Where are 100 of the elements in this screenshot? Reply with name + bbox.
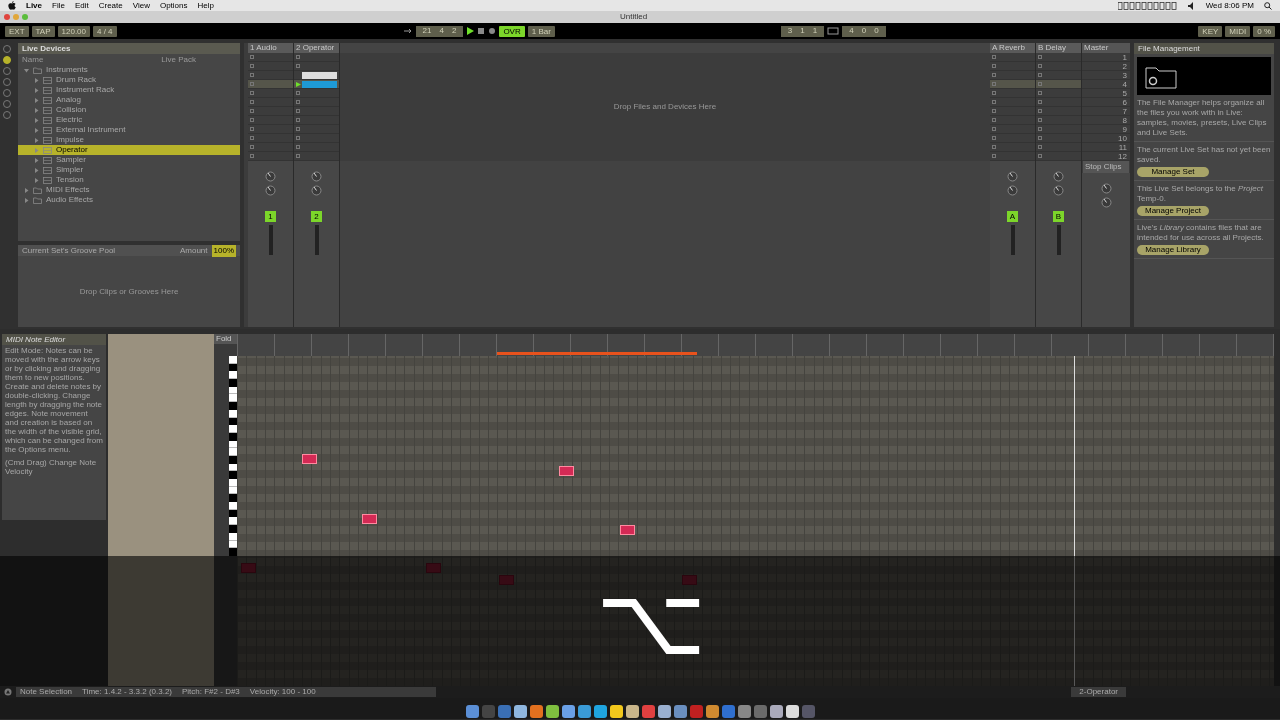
knob-icon[interactable] xyxy=(265,171,276,182)
track-selector[interactable]: 2-Operator xyxy=(1071,687,1126,697)
clip-slot-button[interactable] xyxy=(992,100,996,104)
clip-slot-button[interactable] xyxy=(250,127,254,131)
dock-icon[interactable] xyxy=(705,705,719,718)
clip-slot-button[interactable] xyxy=(992,109,996,113)
clip-slot-button[interactable] xyxy=(992,154,996,158)
manage-button[interactable]: Manage Set xyxy=(1137,167,1209,177)
clip-slot-button[interactable] xyxy=(1038,100,1042,104)
loop-icon[interactable] xyxy=(827,26,840,36)
menu-clock[interactable]: Wed 8:06 PM xyxy=(1205,0,1254,11)
clip-slot-button[interactable] xyxy=(250,154,254,158)
close-button[interactable] xyxy=(4,14,10,20)
browser-item[interactable]: Drum Rack xyxy=(18,75,240,85)
scene-launch-button[interactable]: 9 xyxy=(1122,124,1127,134)
clip-slot-button[interactable] xyxy=(296,55,300,59)
track-header[interactable]: A Reverb xyxy=(990,43,1035,53)
menu-item[interactable]: Help xyxy=(197,0,214,11)
menu-item[interactable]: Edit xyxy=(74,0,89,11)
manage-button[interactable]: Manage Library xyxy=(1137,245,1209,255)
knob-icon[interactable] xyxy=(1053,185,1064,196)
dock-icon[interactable] xyxy=(673,705,687,718)
play-icon[interactable] xyxy=(466,27,475,35)
stop-icon[interactable] xyxy=(477,27,486,35)
clip-slot-button[interactable] xyxy=(992,64,996,68)
browser-item[interactable]: Operator xyxy=(18,145,240,155)
control-button[interactable]: MIDI xyxy=(1225,25,1251,37)
clip-slot-button[interactable] xyxy=(1038,154,1042,158)
scene-launch-button[interactable]: 2 xyxy=(1122,61,1127,71)
track-activator-button[interactable]: 1 xyxy=(265,211,276,222)
clip-slot-button[interactable] xyxy=(250,109,254,113)
knob-icon[interactable] xyxy=(1053,171,1064,182)
clip-slot-button[interactable] xyxy=(1038,91,1042,95)
browser-item[interactable]: Tension xyxy=(18,175,240,185)
overdub-button[interactable]: OVR xyxy=(499,25,525,37)
knob-icon[interactable] xyxy=(311,171,322,182)
clip-slot-button[interactable] xyxy=(250,82,254,86)
clip[interactable] xyxy=(302,71,337,79)
clip-slot-button[interactable] xyxy=(1038,55,1042,59)
midi-note[interactable] xyxy=(362,514,377,524)
dock-icon[interactable] xyxy=(465,705,479,718)
midi-note[interactable] xyxy=(620,525,635,535)
scene-launch-button[interactable]: 4 xyxy=(1122,79,1127,89)
clip-slot-button[interactable] xyxy=(992,82,996,86)
dock-icon[interactable] xyxy=(609,705,623,718)
clip-slot-button[interactable] xyxy=(296,145,300,149)
scene-launch-button[interactable]: 7 xyxy=(1122,106,1127,116)
dock-icon[interactable] xyxy=(769,705,783,718)
follow-icon[interactable] xyxy=(402,27,413,35)
browser-item[interactable]: Simpler xyxy=(18,165,240,175)
control-field[interactable]: EXT xyxy=(5,25,29,37)
knob-icon[interactable] xyxy=(265,185,276,196)
scene-launch-button[interactable]: 5 xyxy=(1122,88,1127,98)
knob-icon[interactable] xyxy=(311,185,322,196)
quantize-field[interactable]: 1 Bar xyxy=(527,25,555,37)
track-header[interactable]: 2 Operator xyxy=(294,43,339,53)
clip-slot-button[interactable] xyxy=(1038,127,1042,131)
browser-item[interactable]: Audio Effects xyxy=(18,195,240,205)
clip-slot-button[interactable] xyxy=(992,136,996,140)
loop-length-display[interactable]: 4 0 0 xyxy=(842,25,886,37)
control-button[interactable]: KEY xyxy=(1198,25,1223,37)
control-field[interactable]: TAP xyxy=(31,25,55,37)
track-header[interactable]: B Delay xyxy=(1036,43,1081,53)
clip-slot-button[interactable] xyxy=(992,145,996,149)
clip-slot-button[interactable] xyxy=(992,127,996,131)
dock-icon[interactable] xyxy=(657,705,671,718)
clip-slot-button[interactable] xyxy=(1038,145,1042,149)
column-header[interactable]: Name xyxy=(22,54,44,65)
clip-slot-button[interactable] xyxy=(1038,82,1042,86)
control-field[interactable]: 4 / 4 xyxy=(93,25,117,37)
scene-launch-button[interactable]: 3 xyxy=(1122,70,1127,80)
clip-slot-button[interactable] xyxy=(992,73,996,77)
track-activator-button[interactable]: B xyxy=(1053,211,1064,222)
browser-item[interactable]: Instruments xyxy=(18,65,240,75)
browser-item[interactable]: Sampler xyxy=(18,155,240,165)
browser-item[interactable]: Instrument Rack xyxy=(18,85,240,95)
position-display[interactable]: 21 4 2 xyxy=(415,25,464,37)
browser-item[interactable]: Impulse xyxy=(18,135,240,145)
track-header[interactable]: 1 Audio xyxy=(248,43,293,53)
dock-icon[interactable] xyxy=(625,705,639,718)
dock-icon[interactable] xyxy=(577,705,591,718)
clip-slot-button[interactable] xyxy=(1038,136,1042,140)
scene-launch-button[interactable]: 12 xyxy=(1118,151,1127,161)
dock-icon[interactable] xyxy=(513,705,527,718)
clip-slot-button[interactable] xyxy=(296,64,300,68)
clip-slot-button[interactable] xyxy=(250,118,254,122)
knob-icon[interactable] xyxy=(1007,171,1018,182)
caret-down-icon[interactable] xyxy=(24,67,29,73)
battery-icon[interactable] xyxy=(1117,1,1178,10)
midi-note[interactable] xyxy=(302,454,317,464)
dock-icon[interactable] xyxy=(785,705,799,718)
menu-item[interactable]: View xyxy=(132,0,150,11)
menu-item[interactable]: Live xyxy=(26,0,42,11)
scene-launch-button[interactable]: 6 xyxy=(1122,97,1127,107)
clip-slot-button[interactable] xyxy=(296,91,300,95)
clip-slot-button[interactable] xyxy=(296,118,300,122)
clip-slot-button[interactable] xyxy=(296,100,300,104)
manage-button[interactable]: Manage Project xyxy=(1137,206,1209,216)
menu-item[interactable]: Options xyxy=(159,0,188,11)
control-button[interactable]: 0 % xyxy=(1253,25,1275,37)
